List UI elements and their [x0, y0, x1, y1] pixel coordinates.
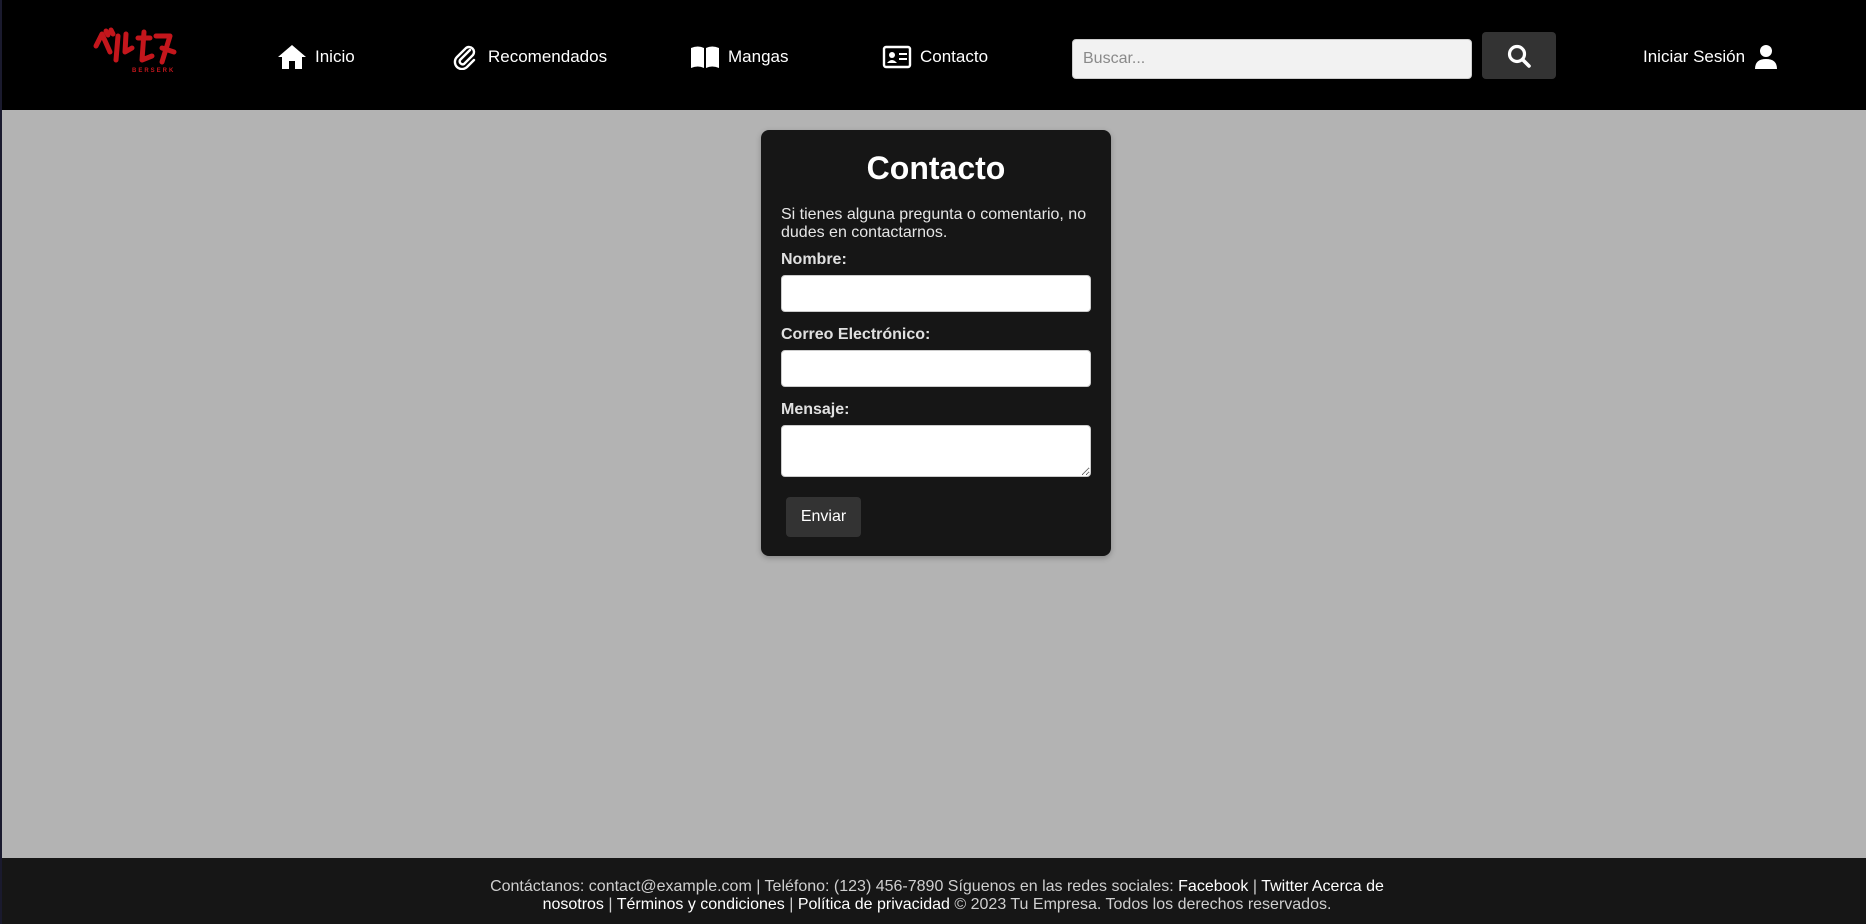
svg-text:BERSERK: BERSERK	[132, 68, 175, 74]
search-icon	[1507, 44, 1531, 68]
nav-inicio[interactable]: Inicio	[277, 42, 355, 72]
nav-recomendados-label: Recomendados	[488, 47, 608, 66]
contact-form-card: Contacto Si tienes alguna pregunta o com…	[761, 130, 1111, 556]
login-link[interactable]: Iniciar Sesión	[1643, 42, 1778, 72]
nav-recomendados[interactable]: Recomendados	[450, 42, 607, 72]
email-field[interactable]	[781, 350, 1091, 387]
footer-text: Contáctanos: contact@example.com | Teléf…	[482, 878, 1392, 914]
search-input[interactable]	[1072, 39, 1472, 79]
send-button[interactable]: Enviar	[786, 497, 861, 537]
search-button[interactable]	[1482, 32, 1556, 79]
name-field[interactable]	[781, 275, 1091, 312]
contact-form-description: Si tienes alguna pregunta o comentario, …	[781, 206, 1087, 241]
berserk-logo[interactable]: BERSERK	[92, 26, 184, 76]
footer-link-facebook[interactable]: Facebook	[1178, 878, 1248, 895]
nav-inicio-label: Inicio	[315, 47, 355, 66]
open-book-icon	[690, 42, 720, 72]
footer-link-twitter[interactable]: Twitter	[1261, 878, 1308, 895]
user-icon	[1754, 44, 1778, 70]
message-textarea[interactable]	[781, 425, 1091, 477]
email-label: Correo Electrónico:	[781, 326, 931, 343]
logo-glyph-icon: BERSERK	[93, 27, 177, 74]
message-label: Mensaje:	[781, 401, 850, 418]
footer-separator: |	[608, 896, 613, 913]
footer-copyright: © 2023 Tu Empresa. Todos los derechos re…	[954, 896, 1332, 913]
footer-separator: |	[1252, 878, 1258, 895]
contact-form-title: Contacto	[866, 150, 1006, 186]
nav-contacto[interactable]: Contacto	[882, 42, 988, 72]
home-icon	[277, 42, 307, 72]
footer-separator: |	[789, 896, 794, 913]
nav-mangas-label: Mangas	[728, 47, 789, 66]
footer-contact-info: Contáctanos: contact@example.com | Teléf…	[490, 878, 1174, 895]
top-navigation-bar: BERSERK Inicio Recomendados Mangas Conta…	[2, 0, 1866, 110]
footer-link-privacy[interactable]: Política de privacidad	[798, 896, 950, 913]
paperclip-icon	[450, 42, 480, 72]
id-card-icon	[882, 42, 912, 72]
nav-contacto-label: Contacto	[920, 47, 989, 66]
nav-mangas[interactable]: Mangas	[690, 42, 788, 72]
name-label: Nombre:	[781, 251, 847, 268]
page-footer: Contáctanos: contact@example.com | Teléf…	[2, 858, 1866, 924]
login-label: Iniciar Sesión	[1643, 47, 1746, 66]
footer-link-terms[interactable]: Términos y condiciones	[617, 896, 785, 913]
